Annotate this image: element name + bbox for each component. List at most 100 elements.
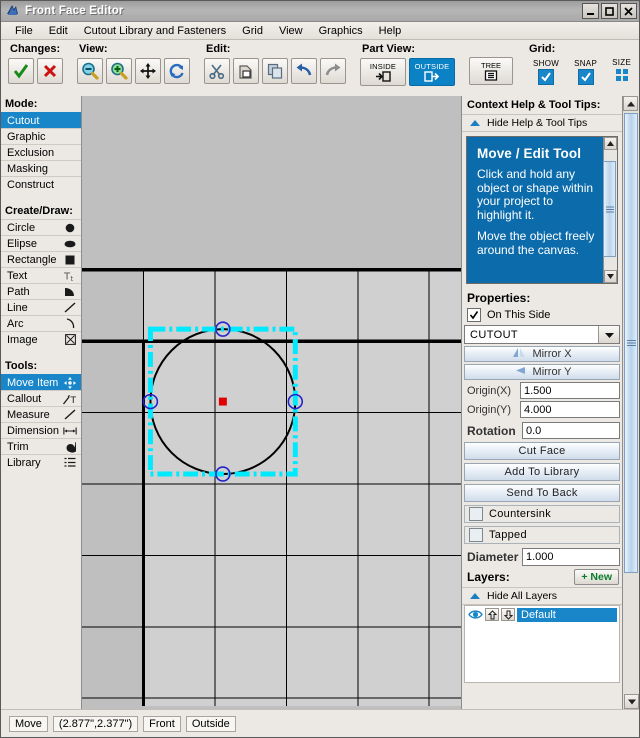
create-item-label: Elipse [7, 237, 37, 250]
move-layer-down-button[interactable] [501, 608, 515, 621]
grid-snap-checkbox[interactable] [577, 68, 594, 85]
menu-file[interactable]: File [7, 24, 41, 38]
help-paragraph-1: Click and hold any object or shape withi… [477, 167, 594, 222]
pan-button[interactable] [135, 58, 161, 84]
send-to-back-button[interactable]: Send To Back [464, 484, 620, 502]
grid-show-checkbox[interactable] [538, 68, 555, 85]
diameter-label: Diameter [467, 550, 519, 564]
outside-label: OUTSIDE [414, 61, 450, 71]
help-tooltip-box: Move / Edit Tool Click and hold any obje… [466, 136, 618, 284]
new-layer-button[interactable]: + New [574, 569, 619, 585]
apply-changes-button[interactable] [8, 58, 34, 84]
zoom-in-button[interactable] [106, 58, 132, 84]
hide-all-layers-toggle[interactable]: Hide All Layers [462, 587, 622, 605]
scroll-down-arrow-icon[interactable] [624, 694, 639, 709]
menu-graphics[interactable]: Graphics [311, 24, 371, 38]
origin-x-input[interactable]: 1.500 [520, 382, 620, 399]
menu-view[interactable]: View [271, 24, 311, 38]
cut-face-button[interactable]: Cut Face [464, 442, 620, 460]
tool-label: Library [7, 456, 41, 469]
mode-item-exclusion[interactable]: Exclusion [1, 144, 81, 160]
diameter-input[interactable]: 1.000 [522, 548, 620, 566]
countersink-row[interactable]: Countersink [464, 505, 620, 523]
toolbar-group-edit: Edit: [197, 43, 353, 93]
grid-show-control[interactable]: SHOW [527, 59, 565, 85]
app-icon [5, 4, 20, 19]
mirror-x-label: Mirror X [532, 348, 572, 360]
grid-size-icon[interactable] [615, 68, 629, 85]
status-bar: Move (2.877",2.377") Front Outside [1, 709, 639, 737]
menu-cutout-library-and-fasteners[interactable]: Cutout Library and Fasteners [76, 24, 234, 38]
layers-list[interactable]: Default [464, 605, 620, 683]
minimize-button[interactable] [582, 3, 599, 19]
menu-edit[interactable]: Edit [41, 24, 76, 38]
on-this-side-label: On This Side [487, 309, 551, 321]
zoom-out-button[interactable] [77, 58, 103, 84]
rotation-input[interactable]: 0.0 [522, 422, 620, 439]
grid-size-control[interactable]: SIZE [606, 58, 637, 85]
mode-item-masking[interactable]: Masking [1, 160, 81, 176]
tree-button[interactable]: TREE [469, 57, 513, 85]
menu-grid[interactable]: Grid [234, 24, 271, 38]
undo-button[interactable] [291, 58, 317, 84]
cancel-changes-button[interactable] [37, 58, 63, 84]
canvas-svg[interactable] [82, 96, 461, 707]
copy-button[interactable] [262, 58, 288, 84]
create-item-text[interactable]: Text Tt [1, 267, 81, 283]
tool-item-dimension[interactable]: Dimension [1, 422, 81, 438]
maximize-button[interactable] [601, 3, 618, 19]
eye-icon[interactable] [467, 608, 483, 621]
create-item-circle[interactable]: Circle [1, 219, 81, 235]
countersink-checkbox[interactable] [469, 507, 483, 521]
on-this-side-checkbox[interactable] [467, 308, 481, 322]
close-button[interactable] [620, 3, 637, 19]
menu-help[interactable]: Help [371, 24, 410, 38]
create-item-rectangle[interactable]: Rectangle [1, 251, 81, 267]
create-item-line[interactable]: Line [1, 299, 81, 315]
properties-section: Properties: On This Side CUTOUT Mirror X… [462, 287, 622, 566]
tool-label: Move Item [7, 376, 59, 389]
mode-item-construct[interactable]: Construct [1, 176, 81, 192]
cut-button[interactable] [204, 58, 230, 84]
add-to-library-button[interactable]: Add To Library [464, 463, 620, 481]
inside-label: INSIDE [369, 61, 397, 71]
hide-help-toggle[interactable]: Hide Help & Tool Tips [462, 114, 622, 132]
mirror-y-button[interactable]: Mirror Y [464, 364, 620, 380]
move-layer-up-button[interactable] [485, 608, 499, 621]
part-view-outside-button[interactable]: OUTSIDE [409, 58, 455, 86]
tapped-row[interactable]: Tapped [464, 526, 620, 544]
tool-item-move-item[interactable]: Move Item [1, 374, 81, 390]
grid-snap-control[interactable]: SNAP [568, 59, 603, 85]
layer-name[interactable]: Default [517, 607, 617, 622]
drawing-canvas[interactable] [82, 96, 461, 709]
origin-y-input[interactable]: 4.000 [520, 401, 620, 418]
part-view-inside-button[interactable]: INSIDE [360, 58, 406, 86]
right-panel-scrollbar-thumb[interactable] [624, 113, 638, 573]
help-scrollbar-thumb[interactable] [603, 161, 616, 257]
create-item-arc[interactable]: Arc [1, 315, 81, 331]
mode-item-graphic[interactable]: Graphic [1, 128, 81, 144]
tapped-checkbox[interactable] [469, 528, 483, 542]
chevron-down-icon[interactable] [598, 326, 619, 343]
shape-type-dropdown[interactable]: CUTOUT [464, 325, 620, 344]
layer-row[interactable]: Default [465, 606, 619, 622]
scroll-up-arrow-icon[interactable] [623, 96, 638, 111]
create-item-path[interactable]: Path [1, 283, 81, 299]
tool-item-measure[interactable]: Measure [1, 406, 81, 422]
tool-item-trim[interactable]: Trim [1, 438, 81, 454]
paste-button[interactable] [233, 58, 259, 84]
create-draw-section-label: Create/Draw: [5, 205, 73, 217]
right-panel-scrollbar[interactable] [622, 96, 639, 709]
tool-item-callout[interactable]: Callout T [1, 390, 81, 406]
tool-item-library[interactable]: Library [1, 454, 81, 470]
create-item-image[interactable]: Image [1, 331, 81, 347]
create-item-label: Line [7, 301, 28, 314]
scroll-up-arrow-icon[interactable] [604, 137, 617, 150]
on-this-side-row[interactable]: On This Side [462, 307, 622, 323]
redo-button[interactable] [320, 58, 346, 84]
create-item-elipse[interactable]: Elipse [1, 235, 81, 251]
refresh-button[interactable] [164, 58, 190, 84]
mirror-x-button[interactable]: Mirror X [464, 346, 620, 362]
scroll-down-arrow-icon[interactable] [604, 270, 617, 283]
mode-item-cutout[interactable]: Cutout [1, 112, 81, 128]
